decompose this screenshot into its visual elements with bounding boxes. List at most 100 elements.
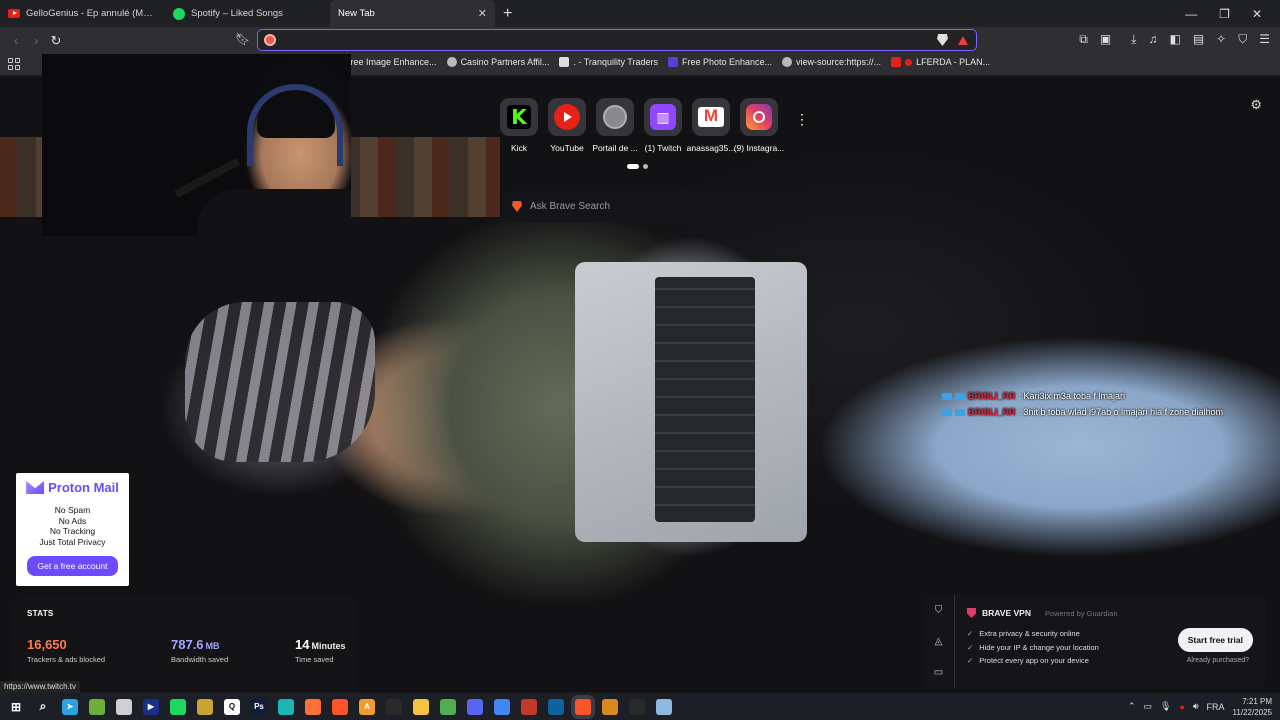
rewards-tab-icon[interactable]: ◬	[935, 636, 943, 647]
bookmark-item[interactable]: LFERDA - PLAN...	[891, 57, 990, 67]
shortcut-youtube[interactable]: YouTube	[548, 98, 586, 153]
photoshop-icon[interactable]: Ps	[251, 698, 267, 715]
more-options-icon[interactable]: ⋮	[795, 111, 809, 128]
shortcut-twitch[interactable]: ▥ (1) Twitch	[644, 98, 682, 153]
tab-new-tab[interactable]: New Tab ✕	[330, 0, 495, 27]
apps-icon[interactable]	[8, 58, 20, 70]
forward-button[interactable]: ›	[26, 33, 46, 48]
background-image	[655, 277, 755, 522]
tab-title: New Tab	[338, 8, 375, 19]
spotify-icon[interactable]	[170, 698, 186, 715]
close-icon[interactable]: ✕	[1252, 7, 1262, 21]
new-tab-button[interactable]: +	[495, 5, 520, 23]
vpn-feature: Protect every app on your device	[967, 654, 1099, 668]
brave-icon[interactable]	[575, 698, 591, 715]
globe-icon	[446, 57, 457, 67]
download-icon[interactable]: ⤓	[1131, 32, 1136, 47]
app-icon[interactable]	[89, 698, 105, 715]
proton-logo-icon	[26, 481, 45, 494]
search-icon[interactable]: ⌕	[35, 698, 51, 715]
top-sites-pager[interactable]	[627, 164, 648, 169]
language[interactable]: FRA	[1207, 702, 1225, 712]
app-icon[interactable]: ▶	[143, 698, 159, 715]
vpn-tab-icon[interactable]: ⛉	[935, 605, 943, 616]
youtube-icon	[891, 57, 902, 67]
discord-icon[interactable]	[467, 698, 483, 715]
bookmark-item[interactable]: . - Tranquility Traders	[559, 57, 658, 67]
bookmark-item[interactable]: view-source:https://...	[782, 57, 881, 67]
stat-value: 16,650	[27, 637, 67, 652]
gear-icon[interactable]: ⚙	[1250, 97, 1262, 113]
menu-icon[interactable]: ☰	[1259, 32, 1270, 47]
leo-icon[interactable]: ✧	[1216, 32, 1226, 47]
shortcut-portail[interactable]: Portail de ...	[592, 98, 638, 153]
extensions-icon[interactable]: ⧉	[1079, 32, 1088, 47]
badge-icon	[942, 392, 952, 400]
stat-unit: MB	[205, 641, 220, 651]
back-button[interactable]: ‹	[6, 33, 26, 48]
obs-icon[interactable]	[386, 698, 402, 715]
chevron-up-icon[interactable]: ⌃	[1128, 701, 1136, 712]
media-icon[interactable]: ♫	[1148, 32, 1157, 47]
search-input[interactable]	[530, 201, 778, 212]
app-icon[interactable]	[278, 698, 294, 715]
app-icon[interactable]	[440, 698, 456, 715]
microphone-icon[interactable]: 🎙︎	[1160, 701, 1171, 712]
reload-button[interactable]: ↻	[46, 33, 66, 49]
tab-spotify[interactable]: Spotify – Liked Songs	[165, 0, 330, 27]
screenshot-icon[interactable]: ▣	[1100, 32, 1111, 47]
telegram-icon[interactable]: ➤	[62, 698, 78, 715]
globe-icon	[782, 57, 793, 67]
get-free-account-button[interactable]: Get a free account	[26, 556, 119, 576]
bookmark-icon[interactable]: 🔖︎	[235, 32, 250, 46]
shortcut-kick[interactable]: K Kick	[500, 98, 538, 153]
app-icon[interactable]	[602, 698, 618, 715]
app-icon[interactable]	[197, 698, 213, 715]
tab-youtube[interactable]: GelloGenius - Ep annulé (Music Vide...	[0, 0, 165, 27]
vscode-icon[interactable]	[548, 698, 564, 715]
bookmark-item[interactable]: Free Image Enhance...	[345, 57, 437, 67]
firefox-icon[interactable]	[305, 698, 321, 715]
kick-icon: K	[507, 105, 531, 129]
address-input[interactable]	[276, 34, 937, 46]
wallet-icon[interactable]: ▤	[1193, 32, 1204, 47]
shortcut-label: (9) Instagra...	[733, 143, 785, 153]
app-icon[interactable]	[521, 698, 537, 715]
record-icon[interactable]: ●	[1179, 702, 1184, 712]
app-icon[interactable]	[656, 698, 672, 715]
already-purchased-link[interactable]: Already purchased?	[1187, 657, 1249, 664]
bookmark-label: view-source:https://...	[796, 57, 882, 67]
badge-icon	[942, 408, 952, 416]
sidebar-icon[interactable]: ◧	[1169, 32, 1180, 47]
close-tab-icon[interactable]: ✕	[478, 7, 487, 20]
app-icon[interactable]	[116, 698, 132, 715]
shortcut-instagram[interactable]: (9) Instagra...	[734, 98, 784, 153]
shortcut-gmail[interactable]: anassag35...	[687, 98, 735, 153]
brave-rewards-icon[interactable]	[958, 35, 968, 45]
app-icon[interactable]: A	[359, 698, 375, 715]
chrome-icon[interactable]	[494, 698, 510, 715]
brave-icon[interactable]	[332, 698, 348, 715]
minimize-icon[interactable]: —	[1185, 7, 1197, 21]
volume-icon[interactable]: 🔊︎	[1193, 701, 1199, 712]
network-icon[interactable]: ▭	[1143, 701, 1152, 712]
bookmark-item[interactable]: Free Photo Enhance...	[667, 57, 772, 67]
brave-shields-icon[interactable]	[937, 34, 948, 46]
tab-title: Spotify – Liked Songs	[191, 8, 283, 19]
brave-search-box[interactable]	[502, 191, 778, 222]
cards-tab-icon[interactable]: ▭	[934, 667, 943, 678]
start-free-trial-button[interactable]: Start free trial	[1177, 628, 1253, 652]
address-bar[interactable]	[257, 29, 977, 51]
vpn-icon[interactable]: ⛉	[1238, 32, 1247, 47]
restore-icon[interactable]: ❐	[1219, 7, 1230, 21]
file-explorer-icon[interactable]	[413, 698, 429, 715]
ad-line: Just Total Privacy	[39, 536, 106, 547]
obs-icon[interactable]	[629, 698, 645, 715]
clock[interactable]: 7:21 PM 11/22/2025	[1233, 696, 1272, 718]
headset-icon	[247, 84, 343, 166]
start-icon[interactable]: ⊞	[8, 698, 24, 715]
tab-strip: GelloGenius - Ep annulé (Music Vide... S…	[0, 0, 1280, 27]
app-icon[interactable]: Q	[224, 698, 240, 715]
bookmark-label: . - Tranquility Traders	[573, 57, 658, 67]
bookmark-item[interactable]: Casino Partners Affil...	[446, 57, 549, 67]
